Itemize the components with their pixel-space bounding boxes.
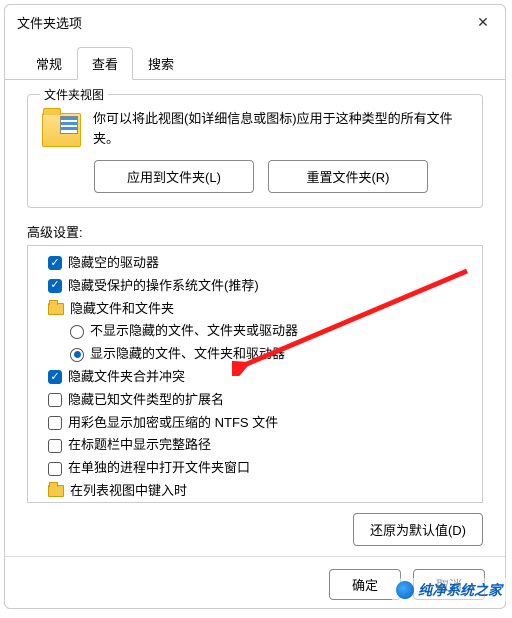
- checkbox[interactable]: [48, 393, 62, 407]
- adv-item-label: 显示隐藏的文件、文件夹和驱动器: [90, 344, 285, 365]
- checkbox[interactable]: [48, 279, 62, 293]
- reset-folders-button[interactable]: 重置文件夹(R): [268, 160, 428, 193]
- checkbox[interactable]: [48, 256, 62, 270]
- checkbox[interactable]: [48, 370, 62, 384]
- adv-item-label: 在列表视图中键入时: [70, 481, 187, 502]
- folder-view-group: 文件夹视图 你可以将此视图(如详细信息或图标)应用于这种类型的所有文件夹。 应用…: [27, 94, 483, 208]
- adv-item-label: 隐藏空的驱动器: [68, 253, 159, 274]
- folder-small-icon: [48, 485, 64, 497]
- adv-item[interactable]: 不显示隐藏的文件、文件夹或驱动器: [32, 320, 478, 343]
- tab-content: 文件夹视图 你可以将此视图(如详细信息或图标)应用于这种类型的所有文件夹。 应用…: [5, 80, 505, 556]
- folder-icon: [42, 113, 81, 147]
- apply-to-folders-button[interactable]: 应用到文件夹(L): [94, 160, 254, 193]
- adv-item-label: 在标题栏中显示完整路径: [68, 435, 211, 456]
- folder-view-desc: 你可以将此视图(如详细信息或图标)应用于这种类型的所有文件夹。: [93, 109, 468, 148]
- adv-item[interactable]: 隐藏文件夹合并冲突: [32, 366, 478, 389]
- adv-item-label: 不显示隐藏的文件、文件夹或驱动器: [90, 321, 298, 342]
- radio[interactable]: [70, 325, 84, 339]
- folder-view-group-title: 文件夹视图: [40, 86, 108, 103]
- adv-item[interactable]: 在单独的进程中打开文件夹窗口: [32, 457, 478, 480]
- watermark: 纯净系统之家: [392, 578, 506, 602]
- adv-item[interactable]: 隐藏已知文件类型的扩展名: [32, 389, 478, 412]
- adv-item[interactable]: 隐藏空的驱动器: [32, 252, 478, 275]
- advanced-settings-list[interactable]: 隐藏空的驱动器隐藏受保护的操作系统文件(推荐)隐藏文件和文件夹不显示隐藏的文件、…: [27, 245, 483, 503]
- adv-item[interactable]: 用彩色显示加密或压缩的 NTFS 文件: [32, 412, 478, 435]
- tab-general[interactable]: 常规: [21, 47, 77, 80]
- watermark-icon: [396, 581, 414, 599]
- folder-small-icon: [48, 303, 64, 315]
- checkbox[interactable]: [48, 462, 62, 476]
- adv-item-label: 在单独的进程中打开文件夹窗口: [68, 458, 250, 479]
- folder-options-dialog: 文件夹选项 ✕ 常规 查看 搜索 文件夹视图 你可以将此视图(如详细信息或图标)…: [4, 4, 506, 609]
- adv-item[interactable]: 显示隐藏的文件、文件夹和驱动器: [32, 343, 478, 366]
- restore-defaults-button[interactable]: 还原为默认值(D): [353, 513, 483, 546]
- ok-button[interactable]: 确定: [329, 569, 401, 600]
- adv-item-label: 用彩色显示加密或压缩的 NTFS 文件: [68, 413, 278, 434]
- dialog-title: 文件夹选项: [17, 13, 82, 32]
- tab-strip: 常规 查看 搜索: [5, 46, 505, 80]
- adv-item[interactable]: 隐藏文件和文件夹: [32, 298, 478, 321]
- close-icon[interactable]: ✕: [473, 14, 493, 31]
- tab-search[interactable]: 搜索: [133, 47, 189, 80]
- adv-item-label: 隐藏文件和文件夹: [70, 299, 174, 320]
- adv-item[interactable]: 在标题栏中显示完整路径: [32, 434, 478, 457]
- checkbox[interactable]: [48, 439, 62, 453]
- adv-item[interactable]: 隐藏受保护的操作系统文件(推荐): [32, 275, 478, 298]
- adv-item-label: 隐藏已知文件类型的扩展名: [68, 390, 224, 411]
- watermark-text: 纯净系统之家: [418, 580, 502, 600]
- adv-item-label: 隐藏受保护的操作系统文件(推荐): [68, 276, 259, 297]
- checkbox[interactable]: [48, 416, 62, 430]
- adv-item[interactable]: 在列表视图中键入时: [32, 480, 478, 503]
- advanced-settings-label: 高级设置:: [27, 222, 483, 241]
- adv-item-label: 隐藏文件夹合并冲突: [68, 367, 185, 388]
- radio[interactable]: [70, 348, 84, 362]
- titlebar: 文件夹选项 ✕: [5, 5, 505, 40]
- tab-view[interactable]: 查看: [77, 47, 133, 80]
